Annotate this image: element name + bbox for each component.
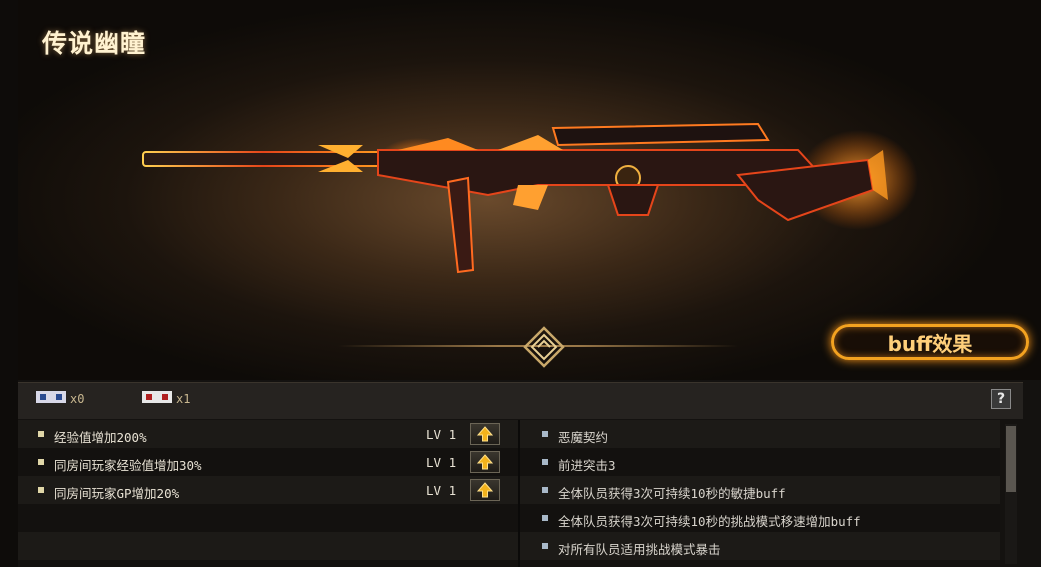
bullet-icon <box>542 487 548 493</box>
list-item: 全体队员获得3次可持续10秒的挑战模式移速增加buff <box>520 504 1000 532</box>
help-button[interactable]: ? <box>991 389 1011 409</box>
upgrade-level: LV 1 <box>426 455 457 470</box>
list-item: 恶魔契约 <box>520 420 1000 448</box>
buff-effect-button[interactable]: buff效果 <box>831 324 1029 360</box>
upgrade-level: LV 1 <box>426 427 457 442</box>
upgrade-row: 同房间玩家GP增加20% LV 1 <box>18 476 518 504</box>
upgrade-label: 同房间玩家GP增加20% <box>54 486 180 501</box>
buff-text: 全体队员获得3次可持续10秒的挑战模式移速增加buff <box>558 514 861 529</box>
upgrade-label: 同房间玩家经验值增加30% <box>54 458 202 473</box>
buff-text: 全体队员获得3次可持续10秒的敏捷buff <box>558 486 786 501</box>
bullet-icon <box>38 487 44 493</box>
upgrade-label: 经验值增加200% <box>54 430 147 445</box>
arrow-up-icon <box>477 482 493 498</box>
emblem-icon <box>523 326 565 368</box>
scrollbar-thumb[interactable] <box>1006 426 1016 492</box>
upgrade-button[interactable] <box>470 423 500 445</box>
bullet-icon <box>542 459 548 465</box>
attribute-table: 经验值增加200% LV 1 同房间玩家经验值增加30% LV 1 同房间玩家G… <box>18 420 1023 567</box>
upgrade-level: LV 1 <box>426 483 457 498</box>
empty-row <box>18 560 518 567</box>
bullet-icon <box>542 515 548 521</box>
badge-card-icon <box>36 391 66 403</box>
upgrade-button[interactable] <box>470 451 500 473</box>
scrollbar[interactable] <box>1005 424 1017 564</box>
bullet-icon <box>38 431 44 437</box>
upgrade-row: 经验值增加200% LV 1 <box>18 420 518 448</box>
bullet-icon <box>38 459 44 465</box>
upgrade-row: 同房间玩家经验值增加30% LV 1 <box>18 448 518 476</box>
list-item: 前进突击3 <box>520 448 1000 476</box>
arrow-up-icon <box>477 454 493 470</box>
item-count: x0 <box>70 392 85 406</box>
buff-text: 恶魔契约 <box>558 430 609 445</box>
list-item: 对所有队员适用挑战模式暴击 <box>520 532 1000 560</box>
buff-text: 前进突击3 <box>558 458 616 473</box>
list-item: 全体队员获得3次可持续10秒的敏捷buff <box>520 476 1000 504</box>
badge-card-icon <box>142 391 172 403</box>
upgrade-button[interactable] <box>470 479 500 501</box>
empty-row <box>18 532 518 560</box>
bullet-icon <box>542 543 548 549</box>
buff-text: 对所有队员适用挑战模式暴击 <box>558 542 721 557</box>
item-count: x1 <box>176 392 191 406</box>
buff-list: 恶魔契约 前进突击3 全体队员获得3次可持续10秒的敏捷buff 全体队员获得3… <box>520 420 1023 567</box>
weapon-title: 传说幽瞳 <box>42 29 147 58</box>
weapon-image <box>142 122 918 274</box>
inventory-bar: x0 x1 ? <box>18 382 1023 419</box>
weapon-showcase: 传说幽瞳 buff效果 <box>18 0 1041 380</box>
weapon-detail-window: 传说幽瞳 buff效果 x0 x1 ? 经验值增加200% LV 1 同房间玩家… <box>0 0 1041 567</box>
bullet-icon <box>542 431 548 437</box>
empty-row <box>18 504 518 532</box>
arrow-up-icon <box>477 426 493 442</box>
